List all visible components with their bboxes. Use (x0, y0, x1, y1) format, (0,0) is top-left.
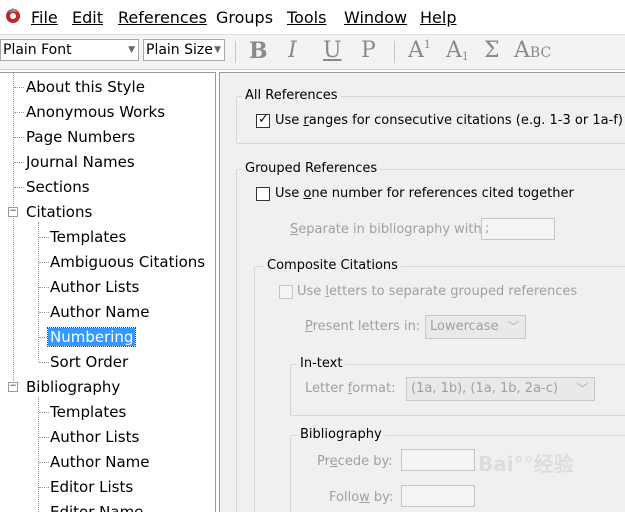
follow-by-input[interactable] (401, 485, 475, 507)
chevron-down-icon: ▼ (128, 45, 135, 55)
tree-item-anonymous-works[interactable]: Anonymous Works (26, 102, 165, 122)
app-logo-icon (6, 8, 20, 23)
menu-file[interactable]: File (31, 8, 58, 27)
present-letters-label: Present letters in: (305, 319, 421, 334)
tree-item-bibliography-author-name[interactable]: Author Name (50, 452, 150, 472)
tree-item-about[interactable]: About this Style (26, 77, 145, 97)
small-caps-button[interactable]: ABC (514, 38, 551, 63)
subscript-button[interactable]: A1 (446, 38, 469, 63)
letter-format-label: Letter format: (305, 381, 396, 396)
tree-item-citation-templates[interactable]: Templates (50, 227, 126, 247)
grouped-references-legend: Grouped References (242, 161, 381, 176)
menu-tools[interactable]: Tools (287, 8, 326, 27)
use-ranges-label: Use ranges for consecutive citations (e.… (275, 113, 623, 128)
italic-button[interactable]: I (288, 38, 297, 63)
present-letters-select[interactable]: Lowercase ﹀ (425, 315, 526, 339)
tree-item-citation-author-name[interactable]: Author Name (50, 302, 150, 322)
follow-by-label: Follow by: (329, 490, 394, 505)
superscript-button[interactable]: A1 (408, 38, 431, 63)
style-tree: About this Style Anonymous Works Page Nu… (0, 72, 216, 512)
chevron-down-icon: ﹀ (508, 320, 519, 333)
checkmark-icon: ✓ (258, 112, 269, 127)
menu-bar: File Edit References Groups Tools Window… (0, 0, 625, 32)
numbering-settings-panel: All References ✓ Use ranges for consecut… (219, 72, 625, 512)
one-number-checkbox[interactable] (256, 187, 270, 201)
font-select[interactable]: Plain Font ▼ (0, 39, 139, 61)
one-number-label: Use one number for references cited toge… (275, 186, 574, 201)
tree-item-journal-names[interactable]: Journal Names (26, 152, 135, 172)
tree-item-sort-order[interactable]: Sort Order (50, 352, 128, 372)
chevron-down-icon: ▼ (214, 45, 221, 55)
symbol-button[interactable]: Σ (484, 38, 500, 63)
bold-button[interactable]: B (249, 38, 268, 64)
tree-item-bibliography-templates[interactable]: Templates (50, 402, 126, 422)
tree-item-numbering[interactable]: Numbering (46, 327, 137, 347)
tree-item-citation-author-lists[interactable]: Author Lists (50, 277, 139, 297)
menu-window[interactable]: Window (344, 8, 407, 27)
formatting-toolbar: Plain Font ▼ Plain Size ▼ B I U P A1 A1 Σ … (0, 34, 625, 70)
tree-item-editor-lists[interactable]: Editor Lists (50, 477, 133, 497)
tree-item-page-numbers[interactable]: Page Numbers (26, 127, 135, 147)
use-ranges-checkbox[interactable]: ✓ (256, 112, 270, 128)
collapse-icon[interactable]: − (8, 382, 18, 392)
letter-format-select[interactable]: (1a, 1b), (1a, 1b, 2a-c) ﹀ (406, 377, 595, 401)
menu-help[interactable]: Help (420, 8, 456, 27)
use-letters-label: Use letters to separate grouped referenc… (297, 284, 578, 299)
composite-citations-legend: Composite Citations (264, 258, 401, 273)
menu-references[interactable]: References (118, 8, 207, 27)
menu-groups[interactable]: Groups (216, 8, 273, 27)
tree-item-bibliography-author-lists[interactable]: Author Lists (50, 427, 139, 447)
watermark: Bai°°经验 (478, 452, 574, 476)
underline-button[interactable]: U (323, 38, 342, 63)
separate-label: Separate in bibliography with: (290, 222, 487, 237)
precede-by-input[interactable] (401, 449, 475, 471)
tree-item-sections[interactable]: Sections (26, 177, 90, 197)
all-references-legend: All References (242, 88, 341, 103)
tree-item-bibliography[interactable]: Bibliography (26, 377, 120, 397)
menu-edit[interactable]: Edit (72, 8, 103, 27)
tree-item-citations[interactable]: Citations (26, 202, 92, 222)
plain-button[interactable]: P (361, 38, 376, 63)
in-text-legend: In-text (297, 356, 346, 371)
separate-input[interactable]: ; (481, 218, 555, 240)
tree-item-ambiguous-citations[interactable]: Ambiguous Citations (50, 252, 205, 272)
use-letters-checkbox[interactable] (279, 285, 293, 299)
precede-by-label: Precede by: (317, 454, 393, 469)
chevron-down-icon: ﹀ (577, 382, 588, 395)
bibliography-legend: Bibliography (297, 427, 385, 442)
collapse-icon[interactable]: − (8, 207, 18, 217)
size-select[interactable]: Plain Size ▼ (143, 39, 225, 61)
